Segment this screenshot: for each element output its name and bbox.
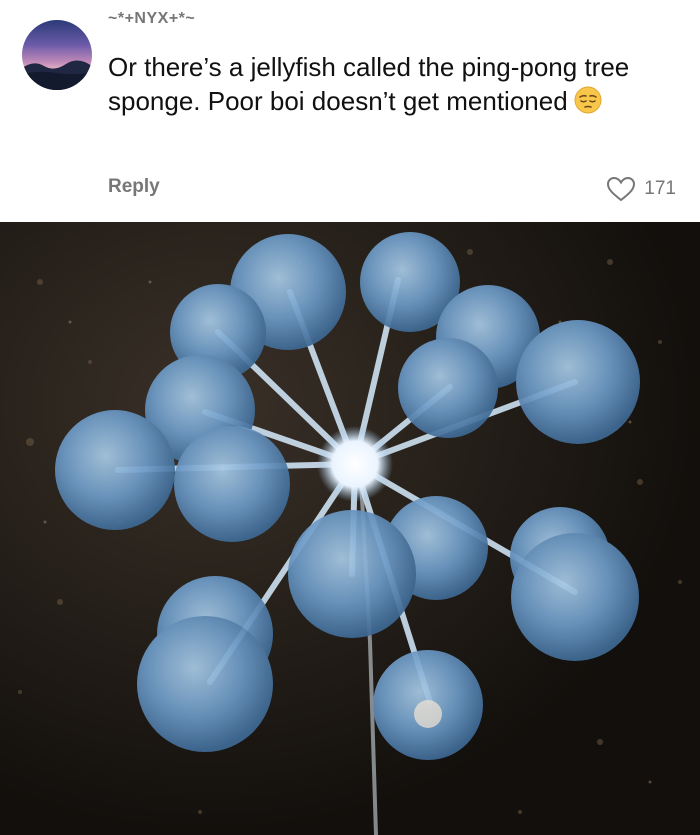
comment-card: ~*+NYX+*~ Or there’s a jellyfish called … [0, 0, 700, 222]
sponge-illustration [0, 222, 700, 835]
like-count: 171 [644, 178, 676, 199]
avatar-image [22, 60, 92, 90]
avatar[interactable] [22, 20, 92, 90]
comment-text: Or there’s a jellyfish called the ping-p… [108, 50, 678, 118]
comment-body: Or there’s a jellyfish called the ping-p… [108, 52, 630, 116]
sponge-photo [0, 222, 700, 835]
pensive-face-emoji-icon [574, 86, 602, 114]
username[interactable]: ~*+NYX+*~ [108, 10, 195, 28]
like-button[interactable]: 171 [606, 176, 676, 202]
heart-outline-icon [607, 176, 636, 202]
reply-button[interactable]: Reply [108, 176, 160, 198]
